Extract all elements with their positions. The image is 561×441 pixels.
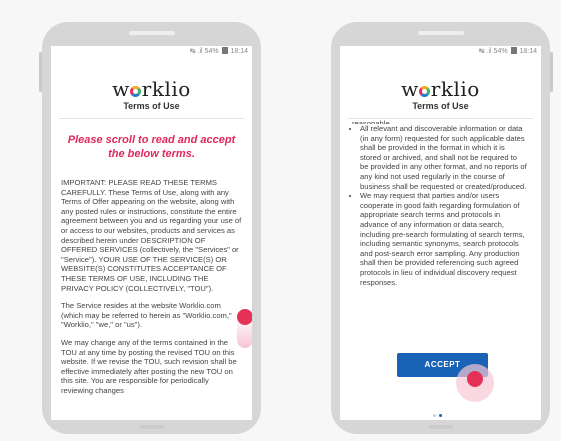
scroll-prompt: Please scroll to read and accept the bel…	[67, 134, 236, 160]
clock: 18:14	[230, 48, 248, 55]
side-button	[39, 52, 42, 92]
speaker-grille	[128, 31, 175, 35]
clock: 18:14	[519, 48, 537, 55]
list-item: All relevant and discoverable informatio…	[360, 124, 527, 191]
home-key	[428, 425, 453, 429]
screen-left[interactable]: ↹ .il 54% 18:14 w rklio Terms of Use Plea…	[51, 46, 252, 420]
side-button	[550, 52, 553, 92]
battery-percent: 54%	[493, 48, 508, 55]
page-title: Terms of Use	[123, 101, 180, 111]
worklio-logo-o-icon	[130, 86, 142, 97]
battery-icon	[221, 47, 228, 54]
page-dot-active	[438, 414, 442, 417]
terms-text[interactable]: reasonable. All relevant and discoverabl…	[352, 119, 527, 287]
page-indicator	[431, 414, 451, 418]
worklio-logo: w rklio	[401, 77, 480, 101]
touch-indicator-icon	[467, 371, 483, 387]
phone-left: ↹ .il 54% 18:14 w rklio Terms of Use Plea…	[39, 22, 261, 434]
terms-list: All relevant and discoverable informatio…	[352, 124, 527, 287]
terms-text[interactable]: IMPORTANT: PLEASE READ THESE TERMS CAREF…	[61, 178, 242, 395]
terms-paragraph: IMPORTANT: PLEASE READ THESE TERMS CAREF…	[61, 178, 242, 293]
battery-percent: 54%	[204, 48, 219, 55]
touch-indicator-icon	[237, 309, 252, 325]
signal-icon: ↹ .il	[189, 48, 203, 55]
terms-paragraph: We may change any of the terms contained…	[61, 337, 237, 395]
page-dot	[432, 414, 436, 417]
list-item: We may request that parties and/or users…	[360, 191, 527, 287]
signal-icon: ↹ .il	[478, 48, 492, 55]
status-bar: ↹ .il 54% 18:14	[51, 46, 252, 58]
divider	[59, 118, 244, 119]
page-title: Terms of Use	[412, 101, 469, 111]
worklio-logo-o-icon	[419, 86, 431, 97]
phone-right: ↹ .il 54% 18:14 w rklio Terms of Use reas…	[331, 22, 553, 434]
screen-right[interactable]: ↹ .il 54% 18:14 w rklio Terms of Use reas…	[340, 46, 541, 420]
battery-icon	[510, 47, 517, 54]
home-key	[139, 425, 164, 429]
worklio-logo: w rklio	[112, 77, 191, 101]
speaker-grille	[417, 31, 464, 35]
status-bar: ↹ .il 54% 18:14	[340, 46, 541, 58]
terms-paragraph: The Service resides at the website Workl…	[61, 301, 232, 330]
